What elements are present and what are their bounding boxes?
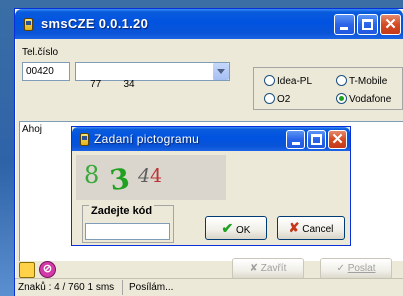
send-button[interactable]: ✓ Poslat <box>320 258 392 280</box>
window-title: smsCZE 0.0.1.20 <box>41 16 149 31</box>
phone-label: Tel.číslo <box>22 47 59 58</box>
prefix-field[interactable]: 00420 <box>22 62 70 81</box>
operator-group: Idea-PL T-Mobile O2 Vodafone <box>253 67 403 110</box>
maximize-button[interactable] <box>357 14 378 35</box>
dialog-maximize-button[interactable] <box>307 130 326 149</box>
code-label: Zadejte kód <box>89 205 155 217</box>
radio-label: T-Mobile <box>349 76 388 87</box>
status-counter: Znaků : 4 / 760 1 sms <box>18 282 115 293</box>
captcha-dialog: Zadaní pictogramu ✕ 8 3 4 4 Zadejte kód … <box>71 126 351 246</box>
captcha-char: 3 <box>107 161 132 198</box>
close-app-button[interactable]: ✘ Zavřít <box>232 258 304 280</box>
status-bar: Znaků : 4 / 760 1 sms Posílám... <box>15 278 403 296</box>
captcha-image: 8 3 4 4 <box>76 155 226 200</box>
check-icon: ✔ <box>221 220 234 236</box>
minimize-icon <box>292 142 300 145</box>
send-icon: ✓ <box>336 263 345 274</box>
message-text: Ahoj <box>22 124 43 135</box>
radio-t-mobile[interactable]: T-Mobile <box>336 75 387 87</box>
radio-dot-selected <box>336 93 347 104</box>
title-bar[interactable]: smsCZE 0.0.1.20 ✕ <box>15 9 403 39</box>
dialog-minimize-button[interactable] <box>286 130 305 149</box>
close-button[interactable]: ✕ <box>380 14 401 35</box>
close-app-label: Zavřít <box>260 263 287 274</box>
status-separator <box>122 280 123 295</box>
captcha-char: 4 <box>138 165 151 187</box>
dialog-close-button[interactable]: ✕ <box>328 130 347 149</box>
info-icon[interactable]: ⊘ <box>39 261 56 278</box>
radio-dot <box>336 75 347 86</box>
main-window: smsCZE 0.0.1.20 ✕ Tel.číslo 00420 77 34 … <box>14 8 403 296</box>
radio-label: O2 <box>277 94 291 105</box>
code-group: Zadejte kód <box>82 205 174 243</box>
contacts-icon[interactable] <box>19 262 35 278</box>
phone-number-combo[interactable]: 77 34 <box>75 62 230 90</box>
ok-label: OK <box>236 225 251 236</box>
ok-button[interactable]: ✔ OK <box>205 216 267 240</box>
radio-idea-pl[interactable]: Idea-PL <box>264 75 312 87</box>
radio-dot <box>264 75 275 86</box>
phone-number-value: 77 34 <box>90 79 135 90</box>
radio-label: Vodafone <box>349 94 392 105</box>
cancel-label: Cancel <box>302 224 334 235</box>
minimize-icon <box>340 27 348 30</box>
maximize-icon <box>311 134 322 145</box>
dialog-title-bar[interactable]: Zadaní pictogramu ✕ <box>72 127 350 151</box>
status-state: Posílám... <box>129 282 174 293</box>
minimize-button[interactable] <box>334 14 355 35</box>
app-icon <box>24 18 33 31</box>
code-input[interactable] <box>85 223 170 240</box>
captcha-char: 8 <box>84 161 100 189</box>
captcha-char: 4 <box>150 165 163 187</box>
close-icon: ✕ <box>331 131 344 148</box>
chevron-down-icon[interactable] <box>212 63 229 80</box>
dialog-app-icon <box>80 133 89 146</box>
radio-vodafone[interactable]: Vodafone <box>336 93 391 105</box>
x-icon: ✘ <box>249 263 259 274</box>
radio-label: Idea-PL <box>277 76 313 87</box>
cancel-button[interactable]: ✘ Cancel <box>277 216 345 240</box>
maximize-icon <box>362 19 373 30</box>
dialog-title: Zadaní pictogramu <box>94 132 200 146</box>
send-label: Poslat <box>347 263 376 274</box>
x-icon: ✘ <box>288 220 300 235</box>
close-icon: ✕ <box>384 16 397 33</box>
radio-o2[interactable]: O2 <box>264 93 290 105</box>
radio-dot <box>264 93 275 104</box>
